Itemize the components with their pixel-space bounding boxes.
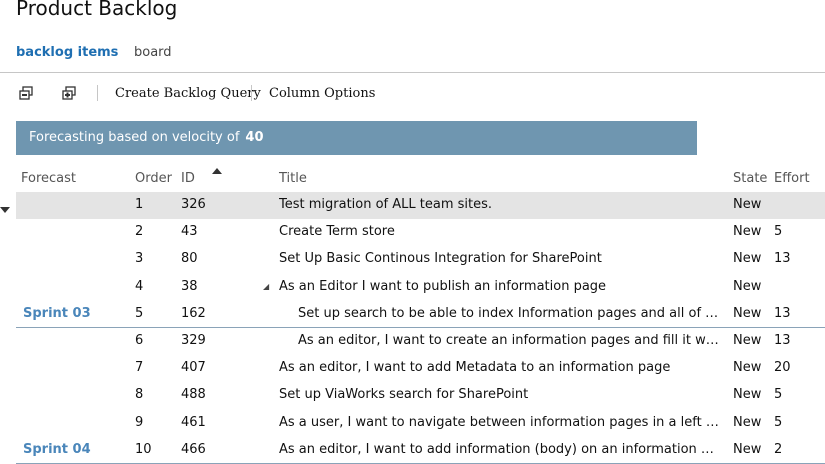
row-state: New xyxy=(733,442,762,457)
row-state: New xyxy=(733,224,762,239)
toolbar-separator xyxy=(97,85,98,101)
row-id: 38 xyxy=(181,279,198,294)
collapse-expander-icon[interactable]: ◢ xyxy=(263,282,269,291)
column-options-button[interactable]: Column Options xyxy=(269,86,375,101)
row-order: 6 xyxy=(135,333,144,348)
row-title: As an Editor I want to publish an inform… xyxy=(279,279,607,294)
table-row[interactable]: 8 488 Set up ViaWorks search for SharePoin… xyxy=(16,382,825,409)
expand-all-icon[interactable] xyxy=(18,86,36,102)
table-row[interactable]: 4 38 As an Editor I want to publish an inf… xyxy=(16,274,825,301)
table-row[interactable]: 5 162 Set up search to be able to index In… xyxy=(16,301,825,328)
row-state: New xyxy=(733,415,762,430)
row-order: 5 xyxy=(135,306,144,321)
row-id: 43 xyxy=(181,224,198,239)
column-header-title[interactable]: Title xyxy=(279,171,307,186)
row-title: Set up search to be able to index Inform… xyxy=(298,306,719,321)
table-row[interactable]: 9 461 As a user, I want to navigate betwee… xyxy=(16,410,825,437)
create-backlog-query-button[interactable]: Create Backlog Query xyxy=(115,86,261,101)
row-state: New xyxy=(733,360,762,375)
row-id: 80 xyxy=(181,251,198,266)
row-order: 8 xyxy=(135,387,144,402)
row-state: New xyxy=(733,306,762,321)
row-effort: 13 xyxy=(774,333,791,348)
toolbar-separator xyxy=(251,85,252,101)
velocity-value: 40 xyxy=(245,130,264,145)
row-effort: 5 xyxy=(774,387,783,402)
row-id: 407 xyxy=(181,360,206,375)
row-selector-icon[interactable] xyxy=(0,202,10,217)
row-state: New xyxy=(733,333,762,348)
row-order: 1 xyxy=(135,197,144,212)
row-order: 2 xyxy=(135,224,144,239)
forecast-banner: Forecasting based on velocity of 40 xyxy=(16,121,697,155)
row-effort: 2 xyxy=(774,442,783,457)
row-state: New xyxy=(733,197,762,212)
table-row[interactable]: 1 326 Test migration of ALL team sites. New xyxy=(16,192,825,219)
row-id: 329 xyxy=(181,333,206,348)
row-order: 7 xyxy=(135,360,144,375)
column-header-state[interactable]: State xyxy=(733,171,767,186)
page-title: Product Backlog xyxy=(16,0,178,20)
sprint-boundary-line xyxy=(16,327,825,328)
table-row[interactable]: 3 80 Set Up Basic Continous Integration fo… xyxy=(16,246,825,273)
row-effort: 13 xyxy=(774,306,791,321)
forecast-label: Forecasting based on velocity of xyxy=(29,130,240,145)
sprint-label: Sprint 04 xyxy=(23,442,91,457)
column-header-order[interactable]: Order xyxy=(135,171,172,186)
table-row[interactable]: 6 329 As an editor, I want to create an in… xyxy=(16,328,825,355)
row-order: 9 xyxy=(135,415,144,430)
row-title: As an editor, I want to add Metadata to … xyxy=(279,360,671,375)
column-header-id[interactable]: ID xyxy=(181,171,195,186)
forecast-text: Forecasting based on velocity of 40 xyxy=(29,130,264,145)
row-id: 466 xyxy=(181,442,206,457)
tab-board[interactable]: board xyxy=(134,45,172,60)
tab-backlog-items[interactable]: backlog items xyxy=(16,45,118,60)
column-header-effort[interactable]: Effort xyxy=(774,171,810,186)
column-header-forecast[interactable]: Forecast xyxy=(21,171,76,186)
tabs-divider xyxy=(0,72,825,73)
row-effort: 5 xyxy=(774,224,783,239)
row-effort: 20 xyxy=(774,360,791,375)
sprint-label: Sprint 03 xyxy=(23,306,91,321)
row-title: As a user, I want to navigate between in… xyxy=(279,415,719,430)
row-order: 10 xyxy=(135,442,152,457)
row-order: 4 xyxy=(135,279,144,294)
row-id: 326 xyxy=(181,197,206,212)
row-title: As an editor, I want to create an inform… xyxy=(298,333,719,348)
row-state: New xyxy=(733,387,762,402)
row-state: New xyxy=(733,251,762,266)
row-id: 461 xyxy=(181,415,206,430)
row-title: Test migration of ALL team sites. xyxy=(279,197,493,212)
row-effort: 5 xyxy=(774,415,783,430)
collapse-all-icon[interactable] xyxy=(61,86,79,102)
row-id: 488 xyxy=(181,387,206,402)
row-title: Set Up Basic Continous Integration for S… xyxy=(279,251,602,266)
table-row[interactable]: 10 466 As an editor, I want to add informa… xyxy=(16,437,825,464)
row-id: 162 xyxy=(181,306,206,321)
table-row[interactable]: 7 407 As an editor, I want to add Metadata… xyxy=(16,355,825,382)
row-title: Set up ViaWorks search for SharePoint xyxy=(279,387,529,402)
row-title: Create Term store xyxy=(279,224,395,239)
table-row[interactable]: 2 43 Create Term store New 5 xyxy=(16,219,825,246)
row-effort: 13 xyxy=(774,251,791,266)
row-title: As an editor, I want to add information … xyxy=(279,442,719,457)
row-order: 3 xyxy=(135,251,144,266)
sort-ascending-icon xyxy=(212,163,222,178)
row-state: New xyxy=(733,279,762,294)
